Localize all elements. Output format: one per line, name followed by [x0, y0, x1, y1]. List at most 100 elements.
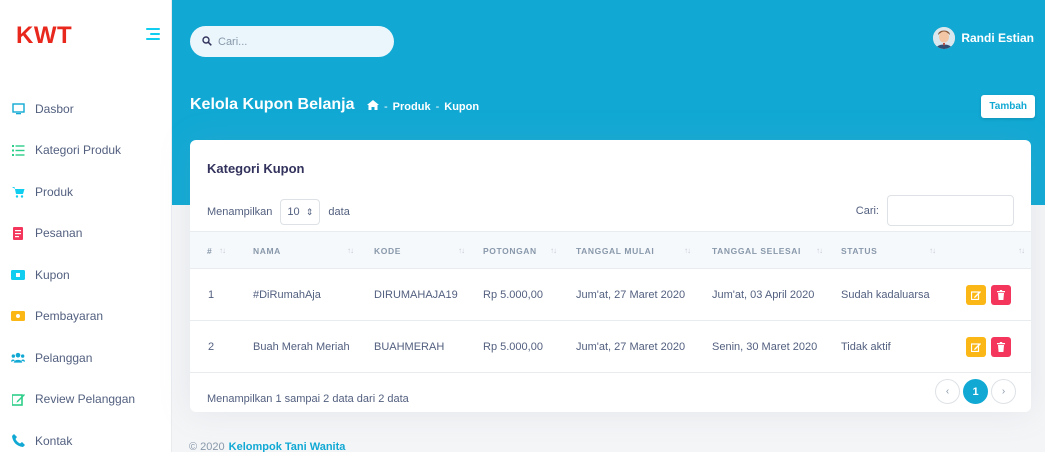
pagination: ‹ 1 › [932, 379, 1016, 404]
breadcrumb: - Produk - Kupon [367, 100, 479, 113]
column-header-status[interactable]: STATUS [841, 232, 877, 270]
cell-nama: Buah Merah Meriah [253, 341, 350, 353]
length-suffix: data [328, 206, 350, 218]
column-label: KODE [374, 246, 401, 256]
length-control: Menampilkan 10 ⇕ data [207, 199, 350, 225]
sidebar-item-review-pelanggan[interactable]: Review Pelanggan [0, 379, 172, 421]
column-label: # [207, 246, 213, 256]
sidebar-item-label: Produk [35, 184, 74, 199]
column-header-tanggal-mulai[interactable]: TANGGAL MULAI [576, 232, 654, 270]
footer-link[interactable]: Kelompok Tani Wanita [229, 441, 346, 452]
sort-icon: ↑↓ [550, 246, 557, 255]
search-box[interactable] [190, 26, 394, 57]
column-label: TANGGAL MULAI [576, 246, 655, 256]
edit-icon [971, 291, 981, 300]
search-input[interactable] [218, 35, 368, 48]
phone-icon [11, 434, 25, 448]
table-header: # ↑↓ NAMA ↑↓ KODE ↑↓ POTONGAN ↑↓ TANGGAL… [190, 231, 1031, 269]
avatar [933, 27, 956, 49]
sort-icon: ↑↓ [929, 246, 936, 255]
user-name: Randi Estian [961, 31, 1034, 45]
length-select[interactable]: 10 ⇕ [280, 199, 321, 225]
sidebar-item-kategori-produk[interactable]: Kategori Produk [0, 130, 172, 172]
sidebar-item-dasbor[interactable]: Dasbor [0, 88, 172, 130]
cell-potongan: Rp 5.000,00 [483, 341, 543, 353]
column-label: NAMA [253, 246, 281, 256]
column-header-nama[interactable]: NAMA [253, 232, 281, 270]
cell-tanggal-selesai: Jum'at, 03 April 2020 [712, 289, 815, 301]
sort-icon: ↑↓ [458, 246, 465, 255]
cell-nama: #DiRumahAja [253, 289, 321, 301]
cell-tanggal-mulai: Jum'at, 27 Maret 2020 [576, 289, 686, 301]
coupon-card: Kategori Kupon Menampilkan 10 ⇕ data Car… [190, 140, 1031, 412]
table-info: Menampilkan 1 sampai 2 data dari 2 data [207, 393, 409, 405]
sidebar-item-produk[interactable]: Produk [0, 171, 172, 213]
sidebar-item-label: Pembayaran [35, 309, 104, 324]
cell-no: 1 [208, 289, 215, 301]
next-page-button[interactable]: › [991, 379, 1016, 404]
sidebar-nav: Dasbor Kategori Produk Produk Pesanan Ku… [0, 88, 172, 452]
edit-icon [971, 343, 981, 352]
length-value: 10 [287, 206, 300, 218]
footer: © 2020 Kelompok Tani Wanita [189, 441, 345, 452]
sidebar-toggle-icon[interactable] [146, 28, 160, 40]
cell-no: 2 [208, 341, 215, 353]
edit-button[interactable] [966, 285, 986, 305]
list-icon [11, 143, 25, 157]
column-header-kode[interactable]: KODE [374, 232, 401, 270]
monitor-icon [11, 102, 25, 116]
column-header-tanggal-selesai[interactable]: TANGGAL SELESAI [712, 232, 801, 270]
sidebar-item-kupon[interactable]: Kupon [0, 254, 172, 296]
cart-icon [11, 185, 25, 199]
sidebar-item-label: Kupon [35, 267, 70, 282]
breadcrumb-produk[interactable]: Produk [393, 101, 431, 113]
filter-label: Cari: [855, 204, 879, 217]
home-icon[interactable] [367, 100, 379, 113]
edit-button[interactable] [966, 337, 986, 357]
table-row: 2 Buah Merah Meriah BUAHMERAH Rp 5.000,0… [190, 321, 1031, 373]
cell-status: Sudah kadaluarsa [841, 289, 930, 301]
sort-icon: ↑↓ [1018, 246, 1025, 255]
sidebar-item-pembayaran[interactable]: Pembayaran [0, 296, 172, 338]
sidebar-item-label: Pelanggan [35, 350, 93, 365]
sort-updown-icon: ⇕ [305, 206, 314, 217]
cell-potongan: Rp 5.000,00 [483, 289, 543, 301]
page-button-1[interactable]: 1 [963, 379, 988, 404]
sidebar-item-pelanggan[interactable]: Pelanggan [0, 337, 172, 379]
coupon-icon [11, 268, 25, 282]
sidebar: KWT Dasbor Kategori Produk Produk Pesana… [0, 0, 172, 452]
trash-icon [997, 290, 1005, 300]
cell-kode: DIRUMAHAJA19 [374, 289, 458, 301]
cell-status: Tidak aktif [841, 341, 891, 353]
breadcrumb-separator: - [435, 100, 440, 113]
delete-button[interactable] [991, 285, 1011, 305]
users-icon [11, 351, 25, 365]
money-icon [11, 309, 25, 323]
add-coupon-button[interactable]: Tambah [981, 95, 1035, 118]
document-icon [11, 226, 25, 240]
sidebar-item-pesanan[interactable]: Pesanan [0, 213, 172, 255]
column-label: POTONGAN [483, 246, 537, 256]
prev-page-button[interactable]: ‹ [935, 379, 960, 404]
column-header-potongan[interactable]: POTONGAN [483, 232, 537, 270]
filter-input[interactable] [887, 195, 1014, 226]
sidebar-item-label: Pesanan [35, 226, 83, 241]
table-row: 1 #DiRumahAja DIRUMAHAJA19 Rp 5.000,00 J… [190, 269, 1031, 321]
table-filter: Cari: [856, 195, 1014, 226]
column-label: TANGGAL SELESAI [712, 246, 801, 256]
edit-icon [11, 392, 25, 406]
sidebar-item-kontak[interactable]: Kontak [0, 420, 172, 452]
user-menu[interactable]: Randi Estian [933, 27, 1034, 49]
breadcrumb-kupon: Kupon [444, 100, 480, 113]
cell-tanggal-selesai: Senin, 30 Maret 2020 [712, 341, 818, 353]
column-header-no[interactable]: # [207, 232, 212, 270]
sort-icon: ↑↓ [684, 246, 691, 255]
delete-button[interactable] [991, 337, 1011, 357]
card-title: Kategori Kupon [207, 161, 305, 176]
sort-icon: ↑↓ [347, 246, 354, 255]
sidebar-item-label: Kontak [35, 433, 73, 448]
sort-icon: ↑↓ [816, 246, 823, 255]
sidebar-item-label: Review Pelanggan [35, 392, 136, 407]
brand-logo[interactable]: KWT [16, 22, 72, 50]
length-prefix: Menampilkan [207, 206, 273, 218]
